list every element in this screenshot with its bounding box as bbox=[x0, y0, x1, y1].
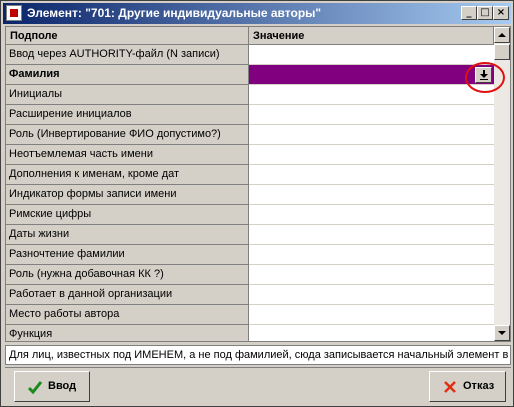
subfield-name-cell: Фамилия bbox=[6, 65, 249, 85]
table-row[interactable]: Роль (нужна добавочная КК ?) bbox=[6, 265, 494, 285]
subfield-grid: Подполе Значение Ввод через AUTHORITY-фа… bbox=[5, 26, 511, 342]
subfield-name-cell: Роль (Инвертирование ФИО допустимо?) bbox=[6, 125, 249, 145]
subfield-value-cell[interactable] bbox=[249, 145, 494, 165]
table-row[interactable]: Место работы автора bbox=[6, 305, 494, 325]
vertical-scrollbar[interactable] bbox=[494, 27, 510, 341]
subfield-name-cell: Римские цифры bbox=[6, 205, 249, 225]
table-row[interactable]: Инициалы bbox=[6, 85, 494, 105]
table-row[interactable]: Фамилия bbox=[6, 65, 494, 85]
table-row[interactable]: Расширение инициалов bbox=[6, 105, 494, 125]
column-header-subfield[interactable]: Подполе bbox=[6, 27, 249, 45]
subfield-name-cell: Разночтение фамилии bbox=[6, 245, 249, 265]
scroll-down-button[interactable] bbox=[494, 325, 510, 341]
app-icon bbox=[6, 5, 22, 21]
subfield-value-cell[interactable] bbox=[249, 285, 494, 305]
subfield-value-cell[interactable] bbox=[249, 185, 494, 205]
cancel-button-label: Отказ bbox=[463, 380, 495, 392]
table-row[interactable]: Функция bbox=[6, 325, 494, 341]
subfield-name-cell: Функция bbox=[6, 325, 249, 341]
scroll-thumb[interactable] bbox=[494, 44, 510, 60]
ok-button-label: Ввод bbox=[48, 380, 77, 392]
element-dialog: Элемент: "701: Другие индивидуальные авт… bbox=[0, 0, 514, 407]
subfield-name-cell: Даты жизни bbox=[6, 225, 249, 245]
subfield-value-cell[interactable] bbox=[249, 125, 494, 145]
column-header-value[interactable]: Значение bbox=[249, 27, 494, 45]
maximize-button[interactable]: □ bbox=[477, 6, 493, 20]
arrow-down-icon bbox=[498, 331, 506, 335]
subfield-name-cell: Инициалы bbox=[6, 85, 249, 105]
ok-button[interactable]: Ввод bbox=[14, 371, 90, 402]
table-row[interactable]: Римские цифры bbox=[6, 205, 494, 225]
title-bar[interactable]: Элемент: "701: Другие индивидуальные авт… bbox=[3, 3, 511, 24]
subfield-value-cell[interactable] bbox=[249, 245, 494, 265]
subfield-value-cell[interactable] bbox=[249, 45, 494, 65]
table-row[interactable]: Даты жизни bbox=[6, 225, 494, 245]
subfield-name-cell: Расширение инициалов bbox=[6, 105, 249, 125]
cross-icon bbox=[444, 381, 456, 393]
subfield-name-cell: Место работы автора bbox=[6, 305, 249, 325]
dropdown-button[interactable] bbox=[475, 67, 492, 83]
table-row[interactable]: Разночтение фамилии bbox=[6, 245, 494, 265]
button-bar: Ввод Отказ bbox=[5, 367, 511, 404]
subfield-value-cell[interactable] bbox=[249, 325, 494, 341]
checkmark-icon bbox=[27, 381, 43, 395]
table-row[interactable]: Индикатор формы записи имени bbox=[6, 185, 494, 205]
table-row[interactable]: Роль (Инвертирование ФИО допустимо?) bbox=[6, 125, 494, 145]
subfield-name-cell: Роль (нужна добавочная КК ?) bbox=[6, 265, 249, 285]
minimize-button[interactable]: _ bbox=[461, 6, 477, 20]
subfield-value-cell[interactable] bbox=[249, 105, 494, 125]
subfield-value-cell[interactable] bbox=[249, 225, 494, 245]
cancel-button[interactable]: Отказ bbox=[429, 371, 506, 402]
window-title: Элемент: "701: Другие индивидуальные авт… bbox=[27, 6, 322, 20]
subfield-value-cell[interactable] bbox=[249, 65, 494, 85]
subfield-value-cell[interactable] bbox=[249, 85, 494, 105]
table-row[interactable]: Ввод через AUTHORITY-файл (N записи) bbox=[6, 45, 494, 65]
subfield-name-cell: Дополнения к именам, кроме дат bbox=[6, 165, 249, 185]
subfield-value-cell[interactable] bbox=[249, 265, 494, 285]
subfield-value-cell[interactable] bbox=[249, 205, 494, 225]
download-arrow-icon bbox=[480, 70, 488, 80]
table-row[interactable]: Неотъемлемая часть имени bbox=[6, 145, 494, 165]
arrow-up-icon bbox=[498, 33, 506, 37]
scroll-up-button[interactable] bbox=[494, 27, 510, 43]
table-row[interactable]: Работает в данной организации bbox=[6, 285, 494, 305]
table-row[interactable]: Дополнения к именам, кроме дат bbox=[6, 165, 494, 185]
subfield-value-cell[interactable] bbox=[249, 165, 494, 185]
subfield-value-cell[interactable] bbox=[249, 305, 494, 325]
hint-text: Для лиц, известных под ИМЕНЕМ, а не под … bbox=[5, 345, 511, 365]
subfield-name-cell: Ввод через AUTHORITY-файл (N записи) bbox=[6, 45, 249, 65]
subfield-name-cell: Работает в данной организации bbox=[6, 285, 249, 305]
close-button[interactable]: × bbox=[493, 6, 509, 20]
subfield-name-cell: Неотъемлемая часть имени bbox=[6, 145, 249, 165]
subfield-name-cell: Индикатор формы записи имени bbox=[6, 185, 249, 205]
